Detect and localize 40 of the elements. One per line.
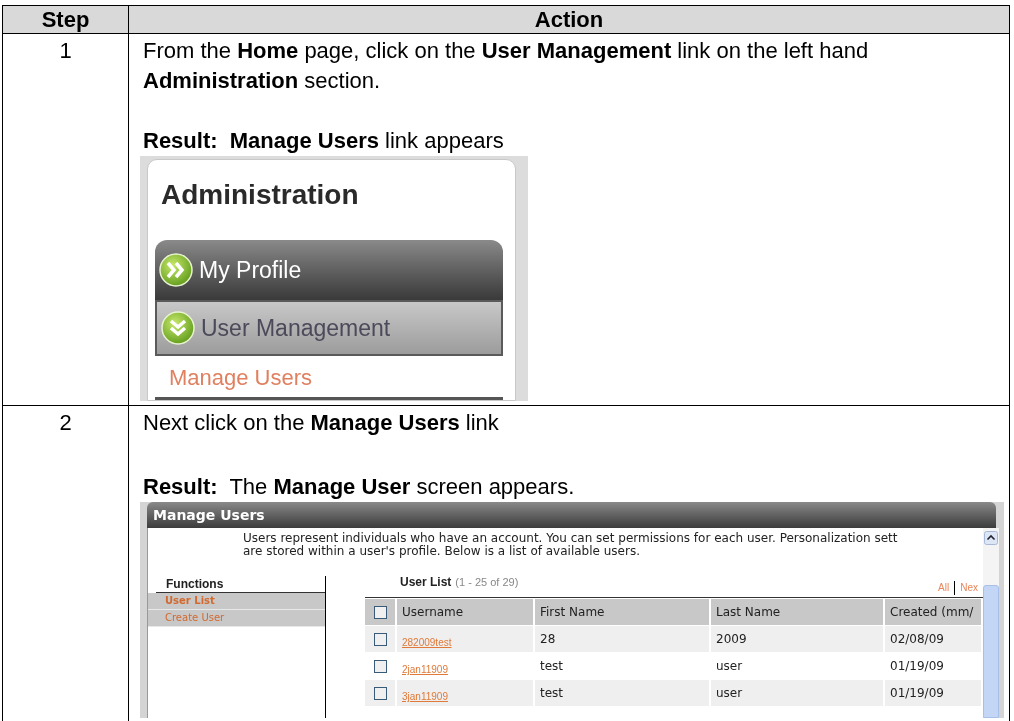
table-cell: 2009 <box>711 626 883 652</box>
instruction-text: Next click on the Manage Users link <box>143 409 500 437</box>
step-number: 1 <box>3 34 129 405</box>
column-header: Action <box>533 6 605 33</box>
list-count: (1 - 25 of 29) <box>455 575 519 590</box>
chevron-right-circle-icon <box>159 253 193 287</box>
scroll-up-icon[interactable] <box>984 531 998 545</box>
result-text: Result: Manage Users link appears <box>143 127 505 155</box>
username-link[interactable]: 3jan11909 <box>402 691 448 702</box>
scrollbar[interactable] <box>983 528 999 718</box>
column-header: First Name <box>535 599 709 625</box>
column-header: Created (mm/ <box>885 599 981 625</box>
checkbox[interactable] <box>373 659 387 673</box>
description-text: Users represent individuals who have an account. You can set permissions for each user. Personalization sett are stored within a user's profile. Below is a list of available users. <box>242 530 899 558</box>
instruction-text: From the Home page, click on the User Management link on the left hand Administration section. <box>143 37 870 95</box>
manage-users-link[interactable]: Manage Users <box>155 356 313 392</box>
function-link[interactable]: User List <box>148 593 325 610</box>
username-link[interactable]: 2jan11909 <box>402 664 448 675</box>
window-title: Manage Users <box>147 502 996 528</box>
menu-item[interactable]: User Management <box>155 300 503 356</box>
checkbox[interactable] <box>373 632 387 646</box>
chevron-down-circle-icon <box>161 311 195 345</box>
function-link[interactable]: Create User <box>148 610 325 627</box>
table-cell: test <box>535 680 709 706</box>
table-cell: 28 <box>535 626 709 652</box>
panel-heading: Administration <box>160 178 359 212</box>
list-heading: User List <box>400 574 452 591</box>
column-header: Step <box>3 6 129 33</box>
checkbox[interactable] <box>373 686 387 700</box>
username-link[interactable]: 282009test <box>402 637 452 648</box>
table-cell: user <box>711 680 883 706</box>
pager-link[interactable]: All <box>933 581 955 595</box>
column-header: Username <box>397 599 533 625</box>
column-header: Last Name <box>711 599 883 625</box>
table-cell: 01/19/09 <box>885 680 981 706</box>
menu-item[interactable]: My Profile <box>155 240 503 300</box>
checkbox[interactable] <box>373 605 387 619</box>
table-cell: 02/08/09 <box>885 626 981 652</box>
result-text: Result: The Manage User screen appears. <box>143 473 576 501</box>
step-number: 2 <box>3 406 129 721</box>
